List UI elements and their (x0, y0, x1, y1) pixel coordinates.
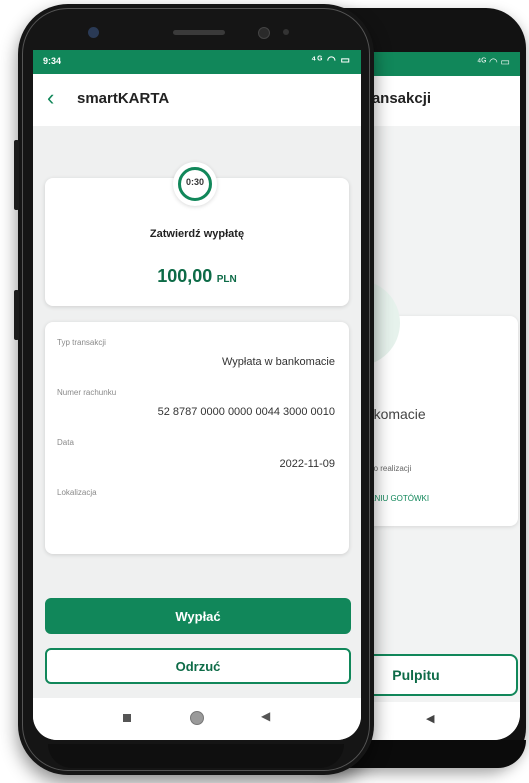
detail-value-account: 52 8787 0000 0000 0044 3000 0010 (157, 406, 335, 418)
amount-value: 100,00 (157, 266, 213, 286)
timer-text: 0:30 (185, 177, 204, 187)
page-title: smartKARTA (77, 90, 170, 107)
phone-speaker (173, 30, 225, 35)
confirm-withdrawal-title: Zatwierdź wypłatę (149, 228, 245, 240)
status-bar: 9:34 ⁴ᴳ ◠ ▭ (33, 50, 361, 74)
phone-camera (88, 27, 99, 38)
front-phone-screen: 9:34 ⁴ᴳ ◠ ▭ ‹ smartKARTA Zatwierdź wypła… (33, 50, 361, 740)
reject-button[interactable]: Odrzuć (45, 648, 351, 684)
status-icons: ⁴ᴳ ◠ ▭ (311, 55, 351, 66)
detail-label-account: Numer rachunku (57, 388, 117, 397)
amount: 100,00 PLN (45, 266, 349, 287)
phone-side-button (14, 140, 19, 210)
back-arrow-icon[interactable]: ‹ (47, 86, 54, 110)
back-app-header: ransakcji (354, 76, 520, 126)
detail-label-type: Typ transakcji (57, 338, 106, 347)
home-icon[interactable] (190, 711, 204, 725)
front-phone-bottom (48, 744, 344, 768)
amount-currency: PLN (216, 274, 237, 285)
system-nav-bar: ◀ (33, 698, 361, 740)
phone-sensor (258, 27, 270, 39)
nav-back-icon[interactable]: ◀ (261, 709, 270, 723)
back-to-dashboard-button[interactable]: Pulpitu (354, 654, 518, 696)
detail-value-type: Wypłata w bankomacie (221, 356, 335, 368)
detail-value-date: 2022-11-09 (279, 458, 335, 470)
countdown-timer: 0:30 (173, 162, 217, 206)
transaction-details-card: Typ transakcji Wypłata w bankomacie Nume… (45, 322, 349, 554)
back-status-bar: ⁴ᴳ ◠ ▭ (354, 52, 520, 76)
detail-label-location: Lokalizacja (57, 488, 97, 497)
status-time: 9:34 (43, 56, 62, 66)
app-header: ‹ smartKARTA (33, 74, 361, 126)
back-to-dashboard-label: Pulpitu (392, 667, 440, 683)
withdraw-button[interactable]: Wypłać (45, 598, 351, 634)
reject-button-label: Odrzuć (175, 658, 221, 674)
back-status-icons: ⁴ᴳ ◠ ▭ (477, 57, 510, 68)
phone-sensor (283, 29, 289, 35)
withdraw-button-label: Wypłać (175, 608, 221, 624)
back-phone-screen: ⁴ᴳ ◠ ▭ ransakcji ✓ 09 ankomacie da do re… (354, 52, 520, 740)
back-nav-bar: ◀ (354, 702, 520, 740)
back-page-title: ransakcji (366, 90, 432, 107)
detail-label-date: Data (57, 438, 74, 447)
back-nav-back-icon[interactable]: ◀ (426, 712, 434, 725)
phone-side-button (14, 290, 19, 340)
recent-apps-icon[interactable] (123, 714, 131, 722)
